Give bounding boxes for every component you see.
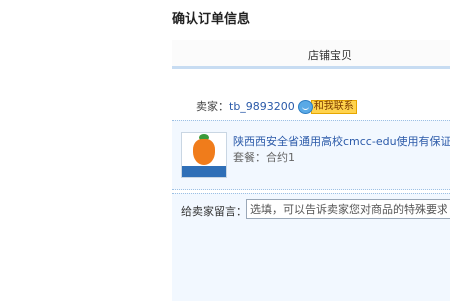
thumbnail-banner: [182, 166, 226, 177]
item-title-link[interactable]: 陕西西安全省通用高校cmcc-edu使用有保证有: [233, 133, 450, 149]
seller-label: 卖家：: [196, 100, 229, 113]
message-input[interactable]: [246, 199, 450, 219]
product-thumbnail[interactable]: [181, 132, 227, 178]
seller-row: 卖家：tb_9893200 和我联系: [196, 98, 357, 114]
fruit-icon: [193, 139, 215, 165]
column-header-label: 店铺宝贝: [308, 49, 352, 62]
wangwang-icon: [297, 100, 313, 114]
column-header: 店铺宝贝: [172, 40, 450, 69]
item-package: 套餐：合约1: [233, 151, 295, 164]
message-label: 给卖家留言：: [181, 205, 247, 218]
seller-name-link[interactable]: tb_9893200: [229, 100, 295, 113]
contact-seller-label: 和我联系: [310, 100, 357, 114]
page-title: 确认订单信息: [172, 12, 251, 27]
contact-seller-button[interactable]: 和我联系: [297, 100, 357, 114]
